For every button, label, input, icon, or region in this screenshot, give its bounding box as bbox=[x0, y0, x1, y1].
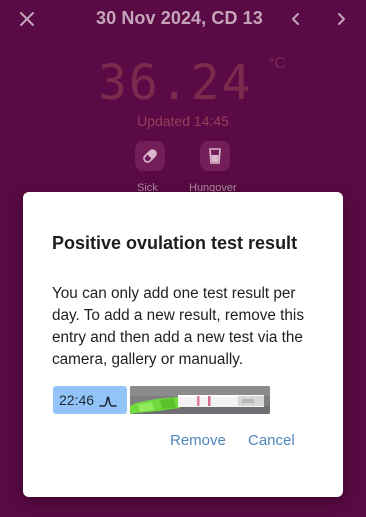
test-result-chip[interactable]: 22:46 bbox=[53, 386, 127, 414]
temperature-display[interactable]: 36.24 °C bbox=[98, 55, 286, 115]
next-day-button[interactable] bbox=[329, 6, 353, 32]
cancel-button[interactable]: Cancel bbox=[248, 432, 295, 449]
test-result-time: 22:46 bbox=[59, 392, 95, 408]
tag-sick-button[interactable] bbox=[135, 141, 165, 171]
remove-button[interactable]: Remove bbox=[170, 432, 226, 449]
dialog-title: Positive ovulation test result bbox=[52, 233, 298, 253]
ovulation-test-dialog: Positive ovulation test result You can o… bbox=[23, 192, 343, 497]
test-strip-photo[interactable] bbox=[130, 386, 270, 414]
temperature-value: 36.24 bbox=[98, 55, 253, 111]
peak-icon bbox=[99, 393, 117, 407]
close-icon bbox=[20, 12, 34, 26]
temperature-unit: °C bbox=[268, 55, 286, 72]
date-title: 30 Nov 2024, CD 13 bbox=[96, 8, 263, 28]
app-header: 30 Nov 2024, CD 13 bbox=[0, 0, 366, 38]
chevron-left-icon bbox=[292, 13, 299, 25]
dialog-message: You can only add one test result per day… bbox=[52, 285, 304, 368]
tag-hungover-button[interactable] bbox=[200, 141, 230, 171]
glass-icon bbox=[209, 148, 221, 164]
pill-icon bbox=[143, 149, 157, 163]
updated-timestamp: Updated 14:45 bbox=[137, 113, 229, 129]
chevron-right-icon bbox=[338, 13, 345, 25]
close-button[interactable] bbox=[14, 6, 40, 32]
previous-day-button[interactable] bbox=[284, 6, 308, 32]
